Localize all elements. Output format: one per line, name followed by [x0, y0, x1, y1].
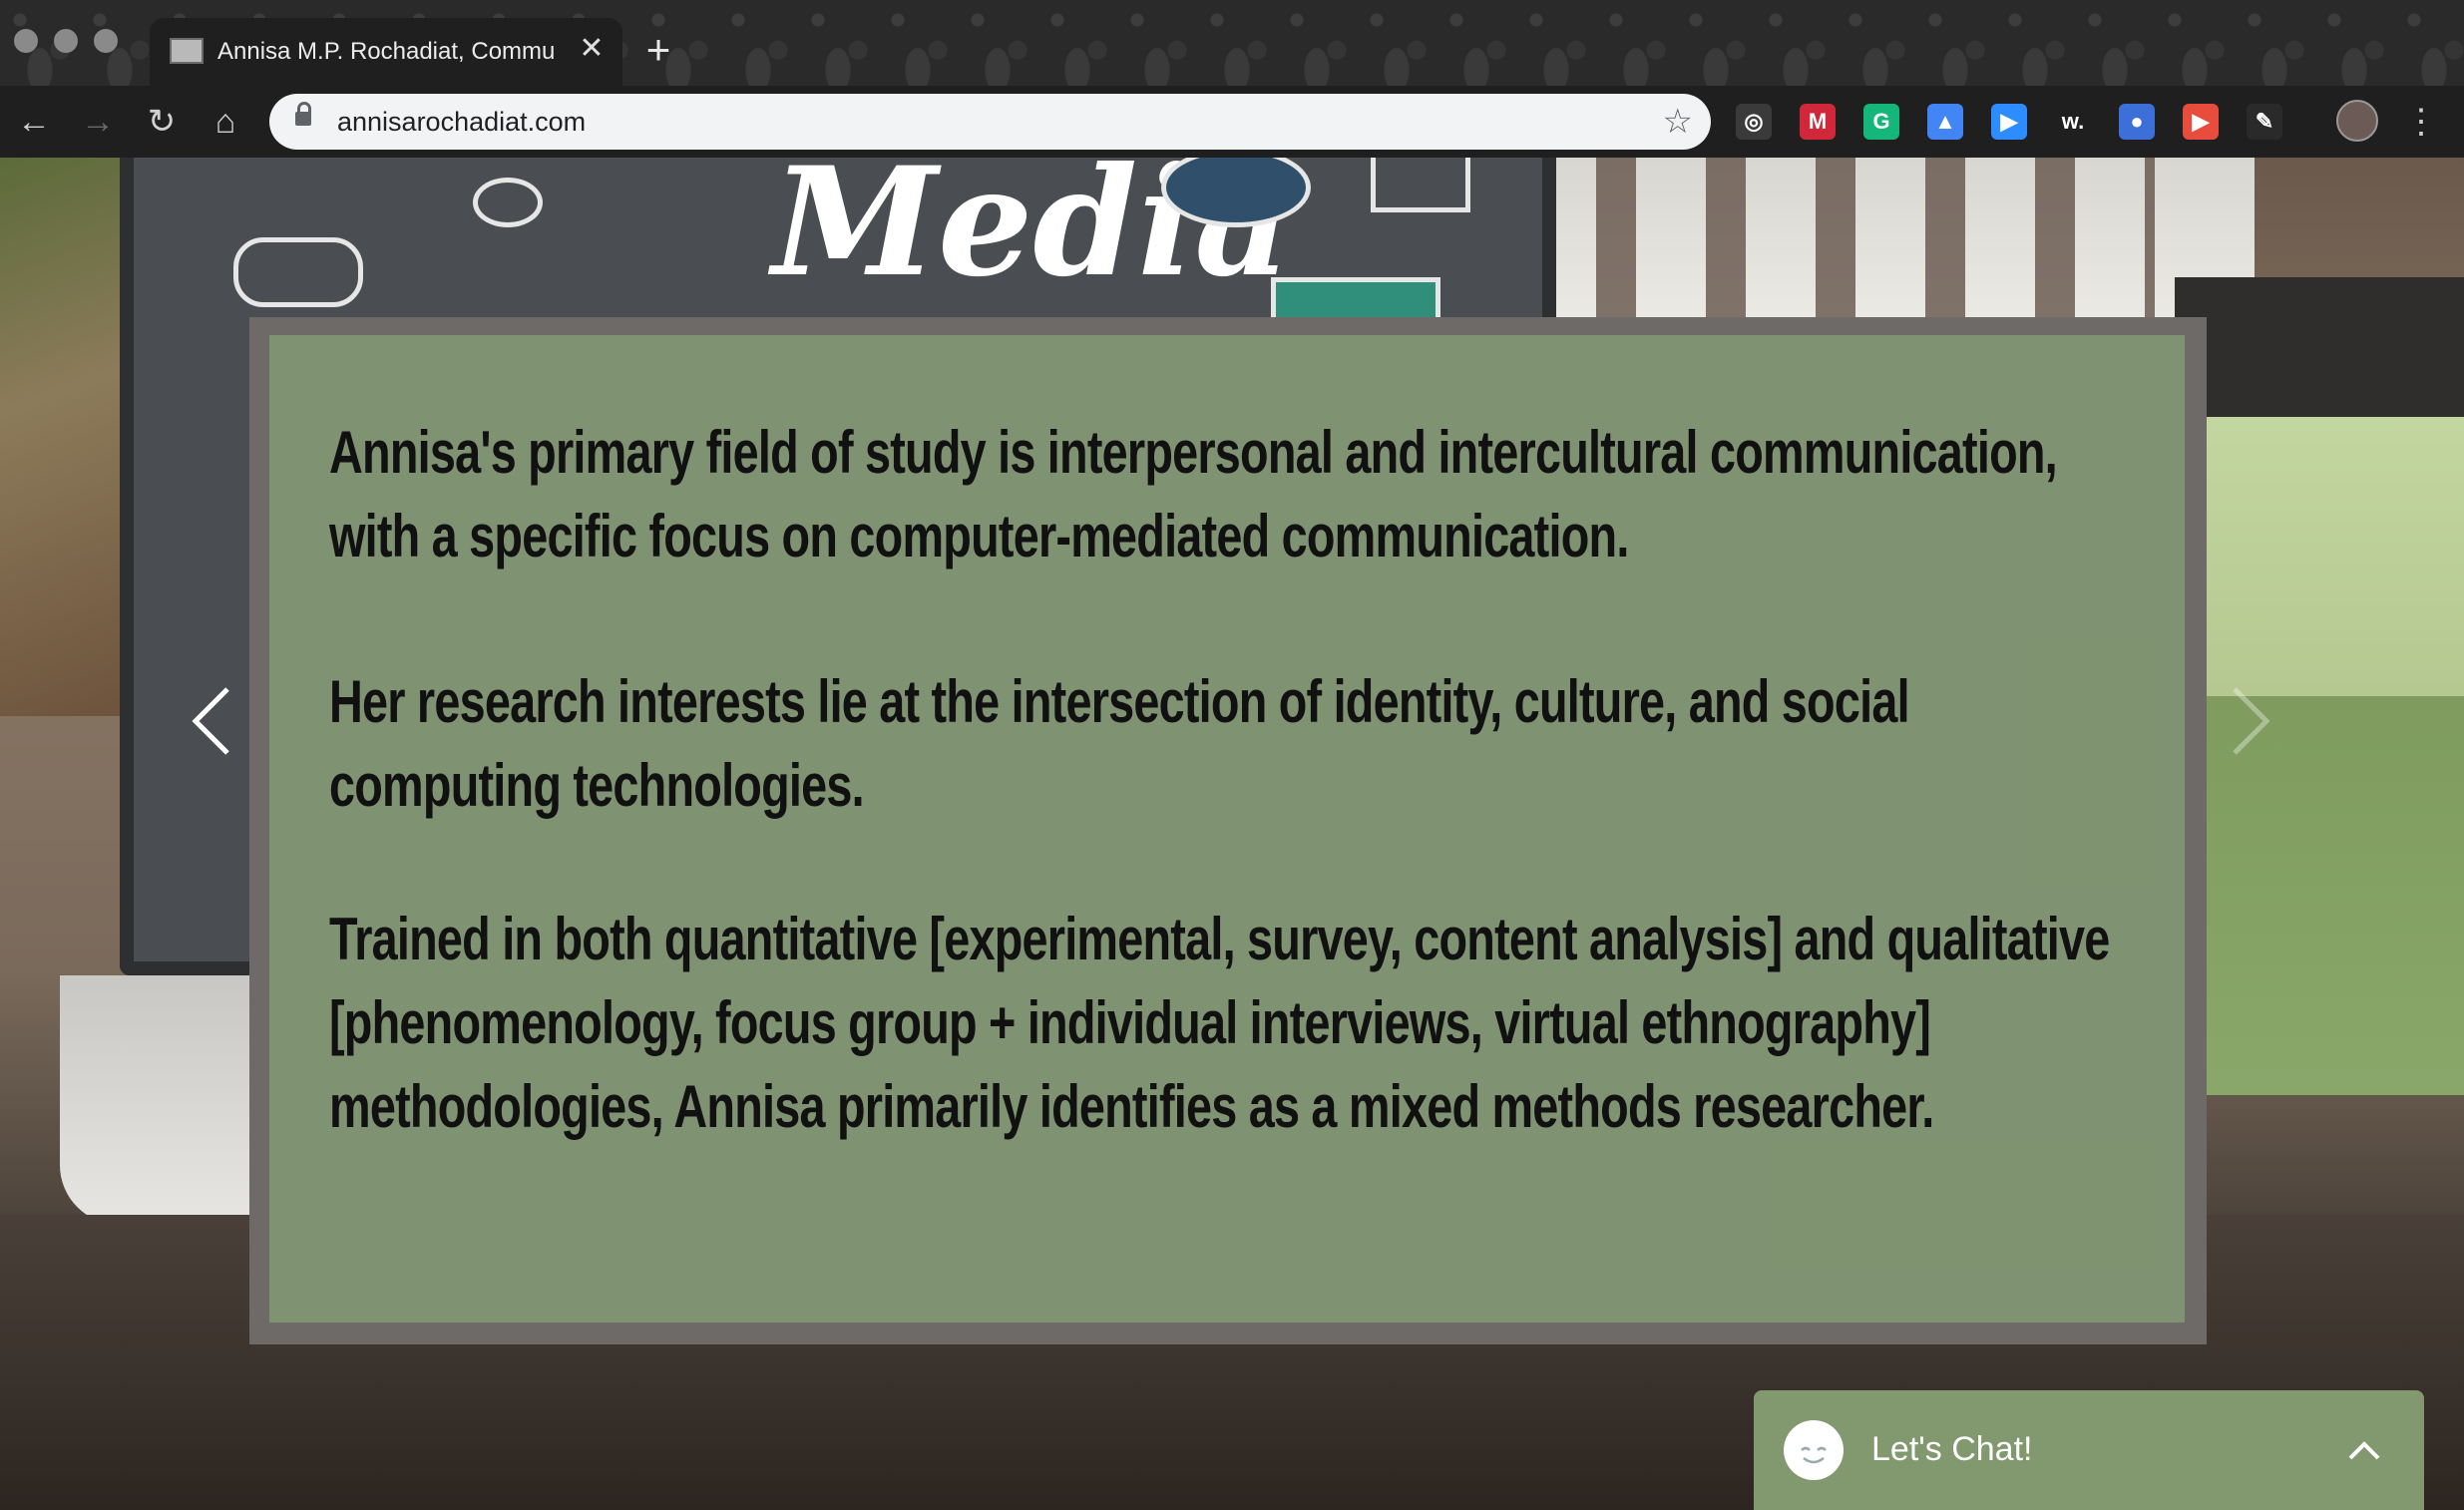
- profile-avatar[interactable]: [2336, 100, 2378, 142]
- scholar-extension-icon[interactable]: ▲: [1927, 104, 1963, 140]
- speech-bubble-doodle-icon: [473, 178, 543, 227]
- video-extension-icon[interactable]: ▶: [2183, 104, 2219, 140]
- new-tab-button[interactable]: +: [638, 29, 678, 71]
- mendeley-extension-icon[interactable]: M: [1800, 104, 1836, 140]
- zoom-extension-icon[interactable]: ▶: [1991, 104, 2027, 140]
- chat-label: Let's Chat!: [1871, 1430, 2033, 1468]
- home-button[interactable]: ⌂: [204, 100, 247, 144]
- browser-toolbar: ← → ↻ ⌂ annisarochadiat.com ☆ ◎ M G ▲ ▶ w. ● ▶ ✎…: [0, 86, 2464, 158]
- window-maximize-button[interactable]: [94, 29, 118, 53]
- back-button[interactable]: ←: [12, 100, 56, 144]
- about-paragraph-methodologies: Trained in both quantitative [experiment…: [329, 906, 2110, 1140]
- wordtune-extension-icon[interactable]: w.: [2055, 104, 2091, 140]
- smiley-face-icon: [1784, 1420, 1844, 1480]
- timer-extension-icon[interactable]: ◎: [1736, 104, 1772, 140]
- window-close-button[interactable]: [14, 29, 38, 53]
- browser-menu-icon[interactable]: ⋮: [2404, 100, 2438, 144]
- tab-close-icon[interactable]: ✕: [575, 32, 609, 66]
- address-url[interactable]: annisarochadiat.com: [337, 107, 586, 138]
- chevron-up-icon[interactable]: [2340, 1426, 2388, 1474]
- rocket-extension-icon[interactable]: ●: [2119, 104, 2155, 140]
- window-minimize-button[interactable]: [54, 29, 78, 53]
- address-bar[interactable]: annisarochadiat.com ☆: [269, 94, 1711, 150]
- tab-strip: Annisa M.P. Rochadiat, Commun ✕ +: [0, 0, 2464, 86]
- site-favicon-icon: [170, 38, 204, 64]
- chat-widget[interactable]: Let's Chat!: [1754, 1390, 2424, 1510]
- lock-icon[interactable]: [295, 102, 311, 126]
- about-card: Annisa's primary field of study is inter…: [269, 335, 2185, 1322]
- books-stack-image: [2175, 277, 2464, 1095]
- bookmark-star-icon[interactable]: ☆: [1663, 102, 1693, 142]
- gamepad-doodle-icon: [233, 237, 363, 307]
- browser-tab-active[interactable]: Annisa M.P. Rochadiat, Commun ✕: [150, 18, 622, 86]
- grammarly-extension-icon[interactable]: G: [1863, 104, 1899, 140]
- carousel-next-arrow-icon[interactable]: [2225, 681, 2274, 761]
- pen-extension-icon[interactable]: ✎: [2247, 104, 2282, 140]
- about-paragraph-research-interests: Her research interests lie at the inters…: [329, 668, 1910, 819]
- envelope-doodle-icon: [1371, 158, 1470, 212]
- about-paragraph-field-of-study: Annisa's primary field of study is inter…: [329, 419, 2058, 569]
- forward-button[interactable]: →: [76, 100, 120, 144]
- tab-title: Annisa M.P. Rochadiat, Commun: [217, 38, 557, 65]
- carousel-prev-arrow-icon[interactable]: [188, 681, 237, 761]
- reload-button[interactable]: ↻: [140, 100, 184, 144]
